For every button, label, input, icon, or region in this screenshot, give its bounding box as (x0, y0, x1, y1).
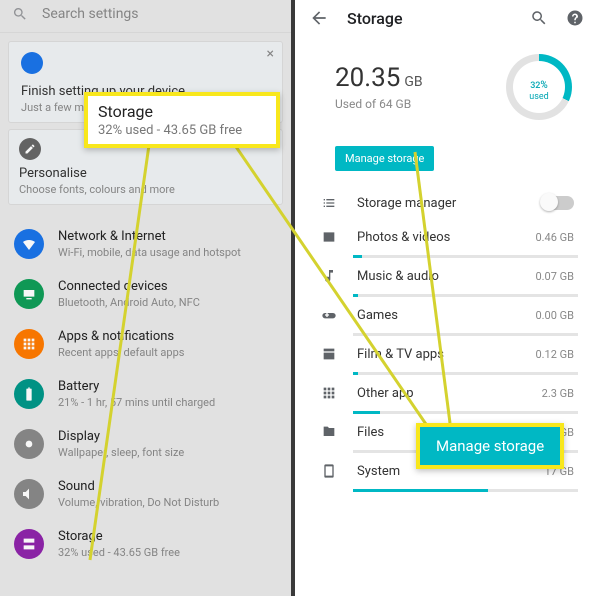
close-icon[interactable]: × (267, 46, 274, 62)
used-of: Used of 64 GB (335, 97, 506, 111)
category-row-games[interactable]: Games 0.00 GB (313, 297, 578, 331)
setup-icon (21, 52, 43, 74)
category-label: Music & audio (357, 269, 535, 284)
item-sub: Volume, vibration, Do Not Disturb (58, 496, 277, 509)
item-sub: 32% used - 43.65 GB free (58, 546, 277, 559)
settings-screen: Search settings × Finish setting up your… (0, 0, 295, 596)
item-label: Apps & notifications (58, 329, 277, 344)
category-value: 0.46 GB (535, 231, 574, 244)
category-row-other[interactable]: Other app 2.3 GB (313, 375, 578, 409)
games-icon (317, 307, 341, 323)
usage-bar (353, 333, 578, 336)
item-sub: Wallpaper, sleep, font size (58, 446, 277, 459)
usage-bar (353, 255, 578, 258)
settings-item-battery[interactable]: Battery 21% - 1 hr, 57 mins until charge… (0, 369, 291, 419)
item-label: Display (58, 429, 277, 444)
search-placeholder: Search settings (42, 6, 139, 22)
item-label: Sound (58, 479, 277, 494)
devices-icon (14, 279, 44, 309)
item-label: Network & Internet (58, 229, 277, 244)
music-icon (317, 268, 341, 284)
phone-icon (317, 463, 341, 479)
category-label: Other app (357, 386, 542, 401)
usage-bar (353, 489, 578, 492)
category-row-photos[interactable]: Photos & videos 0.46 GB (313, 219, 578, 253)
folder-icon (317, 424, 341, 440)
settings-item-display[interactable]: Display Wallpaper, sleep, font size (0, 419, 291, 469)
category-value: 0.07 GB (535, 270, 574, 283)
search-row[interactable]: Search settings (0, 0, 291, 33)
settings-item-storage[interactable]: Storage 32% used - 43.65 GB free (0, 519, 291, 569)
item-sub: Bluetooth, Android Auto, NFC (58, 296, 277, 309)
category-label: Film & TV apps (357, 347, 535, 362)
settings-item-apps[interactable]: Apps & notifications Recent apps, defaul… (0, 319, 291, 369)
callout-title: Storage (98, 102, 266, 121)
storage-summary: 20.35GB Used of 64 GB 32% used (295, 34, 596, 136)
category-label: Photos & videos (357, 230, 535, 245)
usage-ring: 32% used (506, 54, 572, 120)
usage-bar (353, 372, 578, 375)
callout-storage: Storage 32% used - 43.65 GB free (84, 92, 280, 148)
edit-icon (19, 138, 41, 160)
callout-sub: 32% used - 43.65 GB free (98, 123, 266, 138)
item-sub: Recent apps, default apps (58, 346, 277, 359)
back-icon[interactable] (309, 8, 329, 28)
personalise-sub: Choose fonts, colours and more (19, 183, 272, 196)
search-icon (12, 6, 28, 22)
battery-icon (14, 379, 44, 409)
item-label: Battery (58, 379, 277, 394)
category-value: 0.12 GB (535, 348, 574, 361)
category-label: Games (357, 308, 535, 323)
category-value: 2.3 GB (542, 387, 574, 400)
item-sub: 21% - 1 hr, 57 mins until charged (58, 396, 277, 409)
storage-manager-label: Storage manager (357, 196, 542, 211)
settings-item-connected[interactable]: Connected devices Bluetooth, Android Aut… (0, 269, 291, 319)
category-value: 0.00 GB (535, 309, 574, 322)
display-icon (14, 429, 44, 459)
category-row-film[interactable]: Film & TV apps 0.12 GB (313, 336, 578, 370)
apps-icon (14, 329, 44, 359)
sound-icon (14, 479, 44, 509)
storage-manager-row[interactable]: Storage manager (313, 185, 578, 219)
usage-bar (353, 411, 578, 414)
apps-icon (317, 385, 341, 401)
settings-item-network[interactable]: Network & Internet Wi-Fi, mobile, data u… (0, 219, 291, 269)
usage-bar (353, 294, 578, 297)
film-icon (317, 346, 341, 362)
list-icon (317, 195, 341, 211)
callout-manage-storage: Manage storage (416, 423, 564, 469)
settings-item-sound[interactable]: Sound Volume, vibration, Do Not Disturb (0, 469, 291, 519)
storage-screen: Storage 20.35GB Used of 64 GB 32% used M… (295, 0, 596, 596)
help-icon[interactable] (566, 9, 584, 27)
wifi-icon (14, 229, 44, 259)
personalise-title: Personalise (19, 166, 272, 181)
storage-manager-toggle[interactable] (542, 196, 574, 210)
manage-storage-button[interactable]: Manage storage (335, 146, 434, 171)
item-sub: Wi-Fi, mobile, data usage and hotspot (58, 246, 277, 259)
used-amount: 20.35GB (335, 63, 506, 93)
search-icon[interactable] (530, 9, 548, 27)
item-label: Storage (58, 529, 277, 544)
page-title: Storage (347, 9, 512, 28)
photos-icon (317, 229, 341, 245)
storage-icon (14, 529, 44, 559)
item-label: Connected devices (58, 279, 277, 294)
category-row-music[interactable]: Music & audio 0.07 GB (313, 258, 578, 292)
